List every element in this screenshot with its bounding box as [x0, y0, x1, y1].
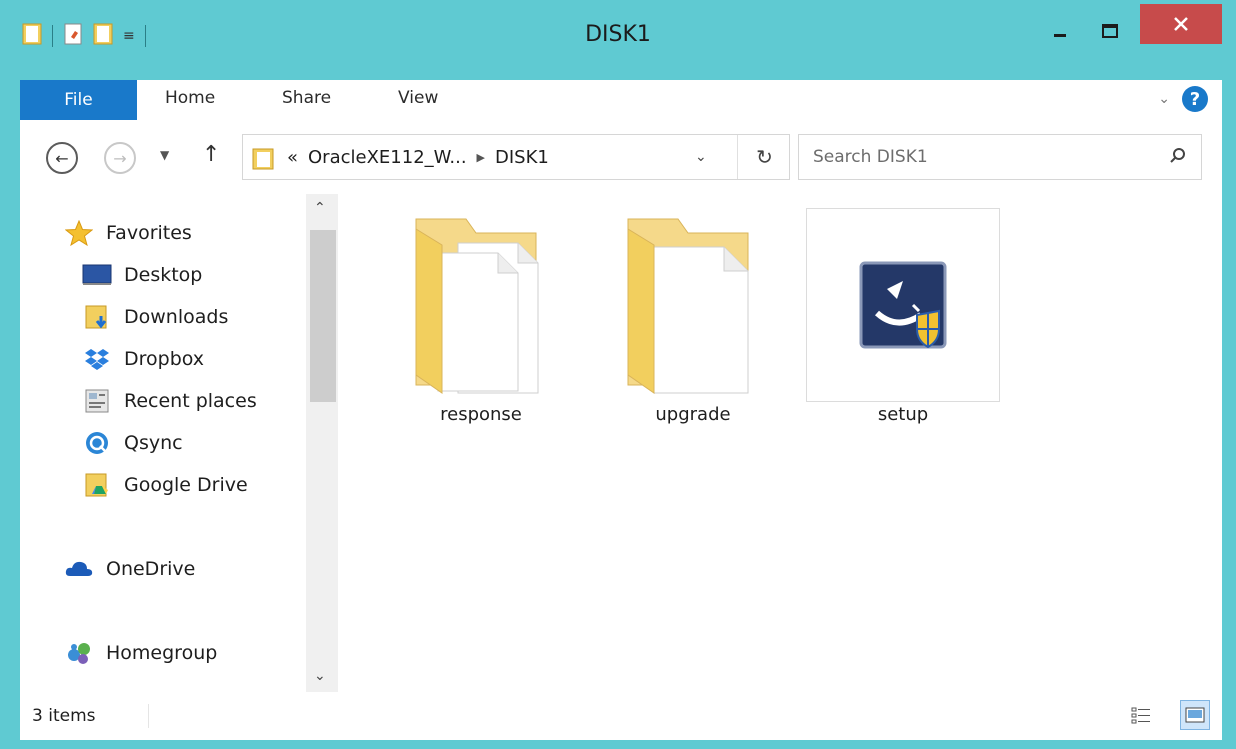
nav-downloads[interactable]: Downloads: [82, 304, 228, 330]
nav-label: Recent places: [124, 390, 257, 412]
status-bar: 3 items: [20, 692, 1222, 740]
nav-label: Favorites: [106, 222, 192, 244]
nav-label: Homegroup: [106, 642, 218, 664]
forward-arrow-icon: →: [113, 148, 127, 168]
search-icon[interactable]: [1169, 147, 1187, 169]
details-view-button[interactable]: [1126, 700, 1156, 730]
explorer-window: ≡ DISK1 File Home Share View ⌄ ? ← → ▼ ↑…: [0, 0, 1236, 749]
tab-home[interactable]: Home: [165, 88, 215, 108]
onedrive-cloud-icon: [64, 556, 94, 582]
nav-google-drive[interactable]: Google Drive: [82, 472, 248, 498]
large-icons-view-icon: [1185, 707, 1205, 723]
file-name: upgrade: [655, 404, 731, 425]
ribbon-tabs: File Home Share View ⌄ ?: [20, 80, 1222, 120]
chevron-right-icon[interactable]: ▶: [477, 151, 485, 164]
maximize-button[interactable]: [1090, 12, 1130, 50]
address-bar[interactable]: « OracleXE112_W... ▶ DISK1 ⌄ ↻: [242, 134, 790, 180]
nav-recent-places[interactable]: Recent places: [82, 388, 257, 414]
breadcrumb: « OracleXE112_W... ▶ DISK1: [287, 147, 549, 168]
nav-label: OneDrive: [106, 558, 196, 580]
minimize-icon: [1054, 34, 1066, 37]
setup-thumbnail: [806, 208, 1000, 402]
status-divider: [148, 704, 149, 728]
file-name: setup: [877, 404, 929, 425]
search-input[interactable]: [813, 145, 1133, 169]
nav-desktop[interactable]: Desktop: [82, 262, 202, 288]
title-bar: ≡ DISK1: [0, 0, 1236, 70]
recent-locations-icon[interactable]: ▼: [160, 148, 169, 162]
back-arrow-icon: ←: [55, 148, 69, 168]
tab-view[interactable]: View: [398, 88, 438, 108]
chevron-down-icon[interactable]: ⌄: [695, 149, 707, 165]
qsync-icon: [82, 430, 112, 456]
search-box[interactable]: [798, 134, 1202, 180]
file-item-response[interactable]: response: [384, 208, 578, 425]
navigation-bar: ← → ▼ ↑ « OracleXE112_W... ▶ DISK1 ⌄ ↻: [20, 120, 1222, 194]
nav-dropbox[interactable]: Dropbox: [82, 346, 204, 372]
refresh-button[interactable]: ↻: [737, 135, 791, 179]
nav-label: Google Drive: [124, 474, 248, 496]
tab-share[interactable]: Share: [282, 88, 331, 108]
google-drive-icon: [82, 472, 112, 498]
folder-icon: [627, 218, 749, 394]
maximize-icon: [1102, 24, 1118, 38]
dropbox-icon: [82, 346, 112, 372]
star-icon: [64, 220, 94, 246]
scroll-down-icon[interactable]: ⌄: [314, 668, 326, 684]
back-button[interactable]: ←: [46, 142, 78, 174]
breadcrumb-item[interactable]: OracleXE112_W...: [308, 147, 467, 168]
file-item-upgrade[interactable]: upgrade: [596, 208, 790, 425]
nav-label: Qsync: [124, 432, 183, 454]
tab-file[interactable]: File: [20, 80, 137, 120]
item-count: 3 items: [32, 706, 96, 726]
close-icon: [1174, 17, 1188, 31]
close-button[interactable]: [1140, 4, 1222, 44]
up-arrow-icon[interactable]: ↑: [202, 142, 220, 167]
minimize-button[interactable]: [1040, 12, 1080, 50]
nav-label: Dropbox: [124, 348, 205, 370]
file-name: response: [440, 404, 522, 425]
refresh-icon: ↻: [756, 145, 773, 169]
folder-thumbnail: [384, 208, 578, 402]
folder-thumbnail: [596, 208, 790, 402]
large-icons-view-button[interactable]: [1180, 700, 1210, 730]
help-icon[interactable]: ?: [1182, 86, 1208, 112]
file-item-setup[interactable]: setup: [806, 208, 1000, 425]
nav-pane-scrollbar[interactable]: ⌃ ⌄: [306, 194, 338, 692]
downloads-folder-icon: [82, 304, 112, 330]
nav-onedrive[interactable]: OneDrive: [64, 556, 195, 582]
desktop-icon: [82, 262, 112, 288]
nav-label: Downloads: [124, 306, 229, 328]
setup-installer-icon: [859, 261, 947, 349]
ribbon-right-controls: ⌄ ?: [1158, 86, 1208, 112]
folder-icon: [415, 218, 539, 394]
details-view-icon: [1131, 707, 1150, 724]
file-list: response upgrade setup: [342, 194, 1222, 692]
navigation-pane: Favorites Desktop Downloads Dropbox Rece: [20, 194, 342, 692]
nav-label: Desktop: [124, 264, 203, 286]
breadcrumb-overflow[interactable]: «: [287, 147, 298, 168]
recent-places-icon: [82, 388, 112, 414]
nav-favorites[interactable]: Favorites: [64, 220, 192, 246]
folder-icon: [251, 147, 275, 175]
breadcrumb-item[interactable]: DISK1: [495, 147, 549, 168]
scrollbar-thumb[interactable]: [310, 230, 336, 402]
nav-homegroup[interactable]: Homegroup: [64, 640, 217, 666]
scroll-up-icon[interactable]: ⌃: [314, 200, 326, 216]
expand-ribbon-icon[interactable]: ⌄: [1158, 91, 1170, 107]
homegroup-icon: [64, 640, 94, 666]
nav-qsync[interactable]: Qsync: [82, 430, 183, 456]
forward-button[interactable]: →: [104, 142, 136, 174]
